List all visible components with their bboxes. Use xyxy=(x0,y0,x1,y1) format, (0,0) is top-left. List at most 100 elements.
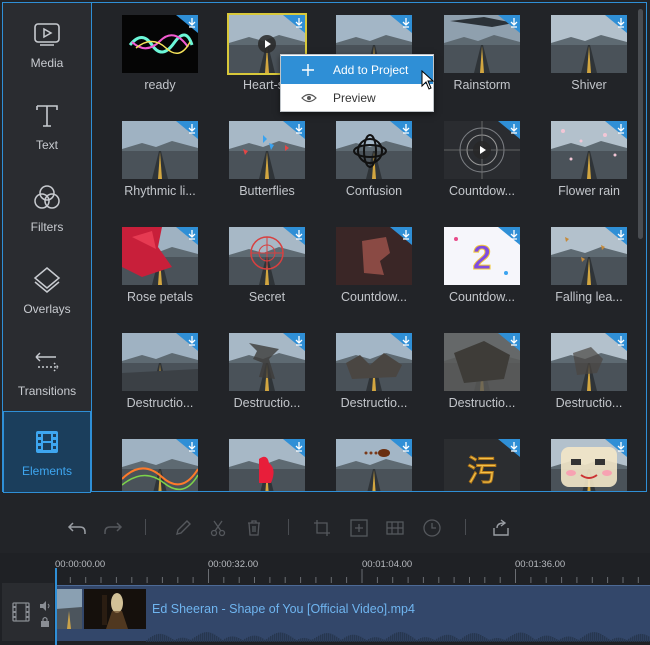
mosaic-icon[interactable] xyxy=(384,517,406,539)
element-thumbnail xyxy=(444,121,520,179)
sidebar-item-elements[interactable]: Elements xyxy=(3,411,91,493)
media-icon xyxy=(31,18,63,50)
element-tile[interactable]: Destructio... xyxy=(217,323,317,423)
download-icon[interactable] xyxy=(498,439,520,457)
sidebar-item-transitions[interactable]: Transitions xyxy=(3,331,91,413)
element-tile[interactable] xyxy=(217,429,317,491)
download-icon[interactable] xyxy=(283,15,305,33)
element-thumbnail xyxy=(122,15,198,73)
element-label: Flower rain xyxy=(558,184,620,198)
element-label: Countdow... xyxy=(340,290,407,304)
download-icon[interactable] xyxy=(605,227,627,245)
clock-icon[interactable] xyxy=(421,517,443,539)
timeline-ruler[interactable]: 00:00:00.00 00:00:32.00 00:01:04.00 00:0… xyxy=(55,553,650,583)
element-label: Secret xyxy=(248,290,286,304)
element-tile[interactable] xyxy=(324,429,424,491)
element-tile[interactable]: Butterflies xyxy=(217,111,317,211)
download-icon[interactable] xyxy=(498,227,520,245)
play-icon[interactable] xyxy=(473,141,491,159)
element-tile[interactable]: Rainstorm xyxy=(432,5,532,105)
video-track-header xyxy=(2,583,54,641)
sidebar-item-label: Media xyxy=(30,56,64,70)
trash-icon[interactable] xyxy=(243,517,265,539)
element-tile[interactable]: 2 Countdow... xyxy=(432,217,532,317)
download-icon[interactable] xyxy=(176,15,198,33)
sidebar-item-text[interactable]: Text xyxy=(3,85,91,167)
download-icon[interactable] xyxy=(390,333,412,351)
element-thumbnail xyxy=(444,333,520,391)
timecode-label: 00:01:04.00 xyxy=(362,559,413,570)
redo-icon[interactable] xyxy=(102,517,124,539)
download-icon[interactable] xyxy=(283,333,305,351)
playhead[interactable] xyxy=(55,568,57,645)
sidebar-item-overlays[interactable]: Overlays xyxy=(3,249,91,331)
sidebar-item-media[interactable]: Media xyxy=(3,3,91,85)
element-label: Shiver xyxy=(571,78,607,92)
element-tile[interactable]: Shiver xyxy=(539,5,639,105)
download-icon[interactable] xyxy=(498,121,520,139)
element-tile[interactable]: Destructio... xyxy=(110,323,210,423)
element-label: ready xyxy=(144,78,176,92)
element-tile[interactable] xyxy=(539,429,639,491)
element-tile[interactable]: Confusion xyxy=(324,111,424,211)
mouse-cursor-icon xyxy=(421,70,435,90)
element-tile[interactable]: Rhythmic li... xyxy=(110,111,210,211)
element-tile[interactable]: Destructio... xyxy=(432,323,532,423)
element-tile[interactable]: Destructio... xyxy=(539,323,639,423)
sidebar-item-label: Elements xyxy=(21,464,73,478)
element-thumbnail: 污 xyxy=(444,439,520,491)
download-icon[interactable] xyxy=(498,333,520,351)
element-thumbnail xyxy=(229,121,305,179)
download-icon[interactable] xyxy=(176,439,198,457)
download-icon[interactable] xyxy=(605,121,627,139)
element-tile[interactable]: Countdow... xyxy=(432,111,532,211)
filters-icon xyxy=(31,182,63,214)
toolbar-divider xyxy=(145,519,146,535)
crop-icon[interactable] xyxy=(311,517,333,539)
film-track-icon xyxy=(12,602,30,622)
download-icon[interactable] xyxy=(176,121,198,139)
edit-toolbar xyxy=(0,493,650,553)
element-tile[interactable]: ready xyxy=(110,5,210,105)
download-icon[interactable] xyxy=(283,227,305,245)
download-icon[interactable] xyxy=(176,227,198,245)
element-thumbnail xyxy=(122,439,198,491)
download-icon[interactable] xyxy=(605,333,627,351)
element-tile[interactable]: Secret xyxy=(217,217,317,317)
download-icon[interactable] xyxy=(390,439,412,457)
add-to-project-menu-item[interactable]: Add to Project xyxy=(281,56,433,84)
download-icon[interactable] xyxy=(390,121,412,139)
download-icon[interactable] xyxy=(605,15,627,33)
elements-icon xyxy=(31,426,63,458)
zoom-icon[interactable] xyxy=(348,517,370,539)
element-thumbnail: 2 xyxy=(444,227,520,285)
download-icon[interactable] xyxy=(605,439,627,457)
play-icon[interactable] xyxy=(258,35,276,53)
timeline[interactable]: 00:00:00.00 00:00:32.00 00:01:04.00 00:0… xyxy=(0,553,650,645)
element-tile[interactable]: Countdow... xyxy=(324,217,424,317)
element-label: Falling lea... xyxy=(555,290,623,304)
element-tile[interactable]: Destructio... xyxy=(324,323,424,423)
element-tile[interactable]: Rose petals xyxy=(110,217,210,317)
undo-icon[interactable] xyxy=(66,517,88,539)
sidebar-item-filters[interactable]: Filters xyxy=(3,167,91,249)
element-tile[interactable]: Falling lea... xyxy=(539,217,639,317)
share-icon[interactable] xyxy=(490,517,512,539)
element-tile[interactable]: Flower rain xyxy=(539,111,639,211)
menu-item-label: Preview xyxy=(333,91,376,105)
download-icon[interactable] xyxy=(176,333,198,351)
download-icon[interactable] xyxy=(390,15,412,33)
download-icon[interactable] xyxy=(498,15,520,33)
download-icon[interactable] xyxy=(283,121,305,139)
download-icon[interactable] xyxy=(283,439,305,457)
scissors-icon[interactable] xyxy=(207,517,229,539)
element-tile[interactable]: 污 xyxy=(432,429,532,491)
element-label: Countdow... xyxy=(448,290,515,304)
element-tile[interactable] xyxy=(110,429,210,491)
preview-menu-item[interactable]: Preview xyxy=(281,84,433,112)
download-icon[interactable] xyxy=(390,227,412,245)
volume-icon[interactable] xyxy=(39,601,51,611)
pencil-icon[interactable] xyxy=(172,517,194,539)
lock-icon[interactable] xyxy=(40,616,50,627)
video-clip[interactable]: Ed Sheeran - Shape of You [Official Vide… xyxy=(56,585,650,642)
